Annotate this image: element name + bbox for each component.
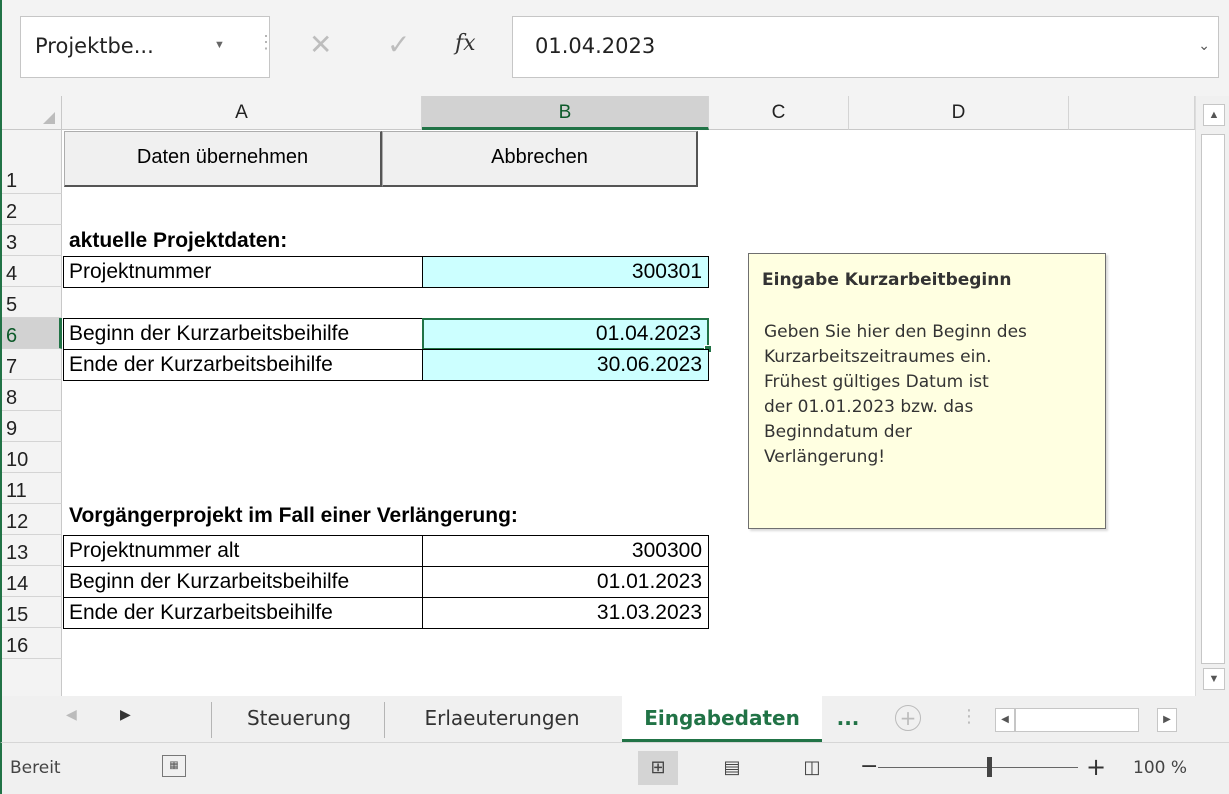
end-label[interactable]: Ende der Kurzarbeitsbeihilfe (63, 349, 423, 381)
formula-bar-grip-icon: ⋮ (257, 32, 275, 52)
previous-project-heading: Vorgängerprojekt im Fall einer Verlänger… (69, 504, 518, 527)
input-message-tooltip: Eingabe Kurzarbeitbeginn Geben Sie hier … (748, 253, 1106, 529)
macro-recording-icon[interactable]: ▦ (162, 755, 186, 777)
status-bar: Bereit ▦ ⊞ ▤ ◫ − + 100 % (0, 742, 1229, 794)
previous-end-date-cell[interactable]: 31.03.2023 (422, 597, 709, 629)
name-box-dropdown-icon[interactable]: ▼ (214, 39, 225, 51)
sheet-tab-bar: ◀ ▶ Steuerung Erlaeuterungen Eingabedate… (0, 696, 1229, 742)
previous-end-label[interactable]: Ende der Kurzarbeitsbeihilfe (63, 597, 423, 629)
confirm-entry-icon[interactable]: ✓ (387, 28, 410, 61)
row-header-15[interactable]: 15 (2, 597, 62, 628)
zoom-slider-thumb[interactable] (987, 757, 992, 777)
page-layout-view-icon[interactable]: ▤ (712, 751, 752, 785)
input-message-title: Eingabe Kurzarbeitbeginn (762, 270, 1012, 290)
zoom-level[interactable]: 100 % (1133, 758, 1187, 778)
column-header-e[interactable] (1069, 96, 1195, 130)
zoom-slider[interactable] (878, 767, 1078, 768)
select-all-corner[interactable] (2, 96, 62, 130)
begin-label[interactable]: Beginn der Kurzarbeitsbeihilfe (63, 318, 423, 350)
row-header-10[interactable]: 10 (2, 442, 62, 473)
horizontal-scroll-thumb[interactable] (1015, 708, 1139, 732)
new-sheet-icon[interactable]: + (895, 705, 921, 731)
column-header-c[interactable]: C (709, 96, 849, 130)
scroll-tabs-left-icon[interactable]: ◀ (66, 707, 77, 723)
row-header-6[interactable]: 6 (2, 318, 62, 349)
current-project-heading: aktuelle Projektdaten: (69, 229, 288, 252)
zoom-out-icon[interactable]: − (860, 754, 878, 779)
tab-separator (211, 702, 212, 738)
page-break-preview-icon[interactable]: ◫ (792, 751, 832, 785)
formula-buttons: ✕ ✓ fx (287, 16, 497, 78)
scroll-up-icon[interactable]: ▲ (1203, 104, 1225, 126)
row-header-filler (2, 659, 62, 696)
expand-formula-bar-icon[interactable]: ⌄ (1198, 37, 1210, 54)
row-header-9[interactable]: 9 (2, 411, 62, 442)
previous-project-number-label[interactable]: Projektnummer alt (63, 535, 423, 567)
previous-project-number-cell[interactable]: 300300 (422, 535, 709, 567)
vertical-scrollbar[interactable]: ▲ ▼ (1195, 96, 1229, 696)
tab-erlaeuterungen[interactable]: Erlaeuterungen (387, 696, 617, 742)
project-number-cell[interactable]: 300301 (422, 256, 709, 288)
name-box-value: Projektbe... (35, 34, 154, 58)
row-header-13[interactable]: 13 (2, 535, 62, 566)
name-box[interactable]: Projektbe... ▼ (20, 16, 270, 78)
normal-view-icon[interactable]: ⊞ (638, 751, 678, 785)
formula-bar-area: Projektbe... ▼ ⋮ ✕ ✓ fx 01.04.2023 ⌄ (0, 0, 1229, 96)
vertical-scroll-thumb[interactable] (1201, 134, 1225, 664)
row-header-2[interactable]: 2 (2, 194, 62, 225)
row-header-14[interactable]: 14 (2, 566, 62, 597)
worksheet-grid[interactable]: A B C D 1 2 3 4 5 6 7 8 9 10 11 12 13 14… (0, 96, 1229, 696)
scroll-down-icon[interactable]: ▼ (1203, 668, 1225, 690)
cancel-entry-icon[interactable]: ✕ (309, 28, 332, 61)
column-header-a[interactable]: A (62, 96, 422, 130)
status-ready: Bereit (10, 758, 61, 778)
row-header-8[interactable]: 8 (2, 380, 62, 411)
apply-data-button[interactable]: Daten übernehmen (64, 131, 382, 187)
project-number-label[interactable]: Projektnummer (63, 256, 423, 288)
row-header-4[interactable]: 4 (2, 256, 62, 287)
begin-date-cell-selected[interactable]: 01.04.2023 (422, 318, 709, 350)
scroll-right-icon[interactable]: ▶ (1157, 708, 1177, 732)
row-header-1[interactable]: 1 (2, 130, 62, 194)
row-header-7[interactable]: 7 (2, 349, 62, 380)
formula-input[interactable]: 01.04.2023 ⌄ (512, 16, 1219, 78)
column-header-b[interactable]: B (422, 96, 709, 130)
row-header-5[interactable]: 5 (2, 287, 62, 318)
scroll-left-icon[interactable]: ◀ (995, 708, 1015, 732)
cancel-button[interactable]: Abbrechen (382, 131, 698, 187)
tab-grip-icon: ⋮ (960, 706, 978, 727)
tab-eingabedaten[interactable]: Eingabedaten (622, 696, 822, 742)
input-message-body: Geben Sie hier den Beginn des Kurzarbeit… (764, 322, 1027, 467)
row-header-11[interactable]: 11 (2, 473, 62, 504)
insert-function-icon[interactable]: fx (455, 31, 476, 56)
scroll-tabs-right-icon[interactable]: ▶ (120, 707, 131, 723)
row-header-3[interactable]: 3 (2, 225, 62, 256)
horizontal-scrollbar[interactable]: ◀ ▶ (995, 708, 1177, 732)
select-all-triangle-icon (43, 112, 55, 124)
previous-begin-date-cell[interactable]: 01.01.2023 (422, 566, 709, 598)
tab-steuerung[interactable]: Steuerung (214, 696, 384, 742)
end-date-cell[interactable]: 30.06.2023 (422, 349, 709, 381)
tab-separator (384, 702, 385, 738)
formula-input-value: 01.04.2023 (535, 34, 656, 58)
row-header-16[interactable]: 16 (2, 628, 62, 659)
more-tabs-button[interactable]: ... (828, 696, 868, 742)
zoom-in-icon[interactable]: + (1086, 753, 1106, 781)
previous-begin-label[interactable]: Beginn der Kurzarbeitsbeihilfe (63, 566, 423, 598)
column-header-d[interactable]: D (849, 96, 1069, 130)
row-header-12[interactable]: 12 (2, 504, 62, 535)
